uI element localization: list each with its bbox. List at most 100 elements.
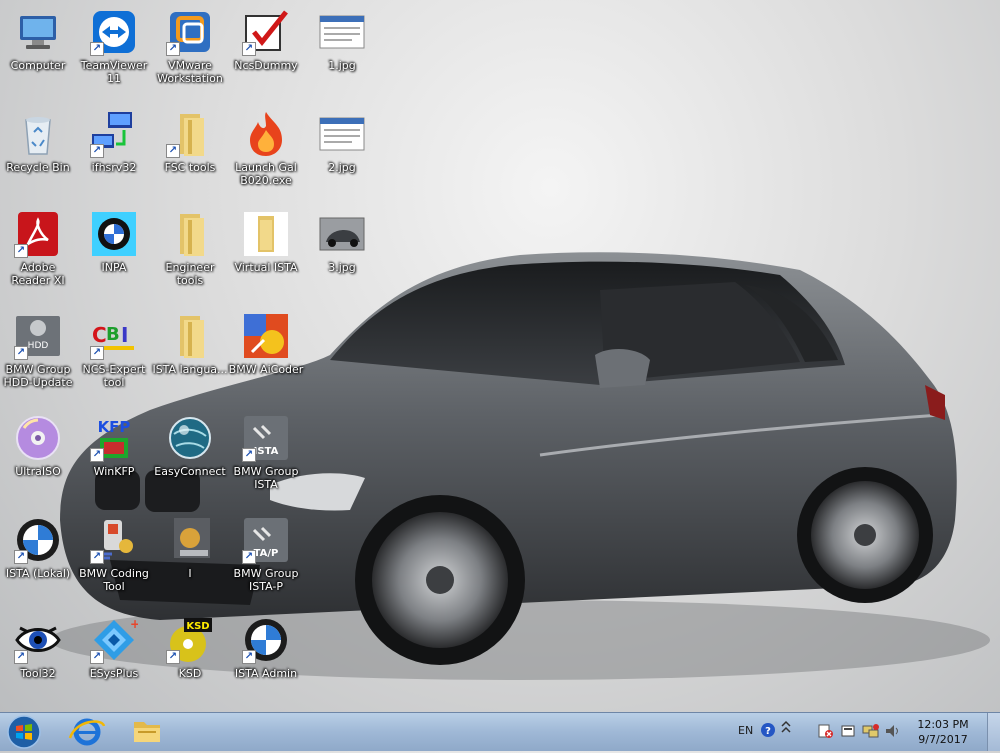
network-icon[interactable]	[862, 723, 880, 742]
desktop-icon-3jpg[interactable]: 3.jpg	[304, 210, 380, 274]
desktop-icon-easyconnect[interactable]: EasyConnect	[152, 414, 228, 478]
desktop-icon-hdd-update[interactable]: HDD ↗ BMW Group HDD-Update	[0, 312, 76, 389]
desktop-icon-label: Engineer tools	[165, 261, 215, 287]
desktop-icon-ifhsrv32[interactable]: ↗ ifhsrv32	[76, 110, 152, 174]
vmware-icon: ↗	[166, 8, 214, 56]
volume-icon[interactable]	[884, 723, 902, 742]
desktop-icon-tool32[interactable]: ↗ Tool32	[0, 616, 76, 680]
desktop-icon-esysplus[interactable]: + ↗ ESysPlus	[76, 616, 152, 680]
desktop-icon-recycle-bin[interactable]: Recycle Bin	[0, 110, 76, 174]
folder-icon	[166, 312, 214, 360]
shortcut-arrow-icon: ↗	[166, 42, 180, 56]
desktop-icon-teamviewer[interactable]: ↗ TeamViewer 11	[76, 8, 152, 85]
desktop-icon-fsc-tools[interactable]: ↗ FSC tools	[152, 110, 228, 174]
desktop-icon-adobe-reader[interactable]: ↗ Adobe Reader XI	[0, 210, 76, 287]
eye-icon: ↗	[14, 616, 62, 664]
language-indicator[interactable]: EN	[738, 724, 753, 737]
shortcut-arrow-icon: ↗	[14, 244, 28, 258]
svg-text:KSD: KSD	[186, 621, 209, 632]
desktop-icon-ultraiso[interactable]: UltraISO	[0, 414, 76, 478]
aicoder-icon	[242, 312, 290, 360]
taskbar-internet-explorer[interactable]	[62, 716, 112, 748]
desktop-icon-label: TeamViewer 11	[80, 59, 148, 85]
recycle-bin-icon	[14, 110, 62, 158]
desktop-icon-engineer-tools[interactable]: Engineer tools	[152, 210, 228, 287]
shortcut-arrow-icon: ↗	[166, 650, 180, 664]
desktop-icon-label: 3.jpg	[328, 261, 356, 274]
desktop-icon-label: ifhsrv32	[91, 161, 137, 174]
help-icon[interactable]: ?	[760, 722, 776, 741]
desktop-icon-label: BMW Group ISTA	[233, 465, 299, 491]
desktop-icon-coding-tool[interactable]: ↗ BMW Coding Tool	[76, 516, 152, 593]
desktop-icon-launch[interactable]: Launch Gal B020.exe	[228, 110, 304, 187]
adobe-reader-icon: ↗	[14, 210, 62, 258]
action-center-icon[interactable]	[818, 723, 834, 742]
desktop-icon-label: NcsDummy	[234, 59, 298, 72]
desktop-icon-winkfp[interactable]: KFP ↗ WinKFP	[76, 414, 152, 478]
ncsdummy-icon: ↗	[242, 8, 290, 56]
chevron-up-icon[interactable]	[780, 719, 792, 744]
shortcut-arrow-icon: ↗	[242, 42, 256, 56]
desktop-icon-label: 2.jpg	[328, 161, 356, 174]
desktop-icon-ncs-expert[interactable]: CBI ↗ NCS-Expert tool	[76, 312, 152, 389]
folder-icon	[166, 210, 214, 258]
desktop-icon-label: 1.jpg	[328, 59, 356, 72]
globe-icon	[166, 414, 214, 462]
clock-time: 12:03 PM	[917, 718, 969, 731]
blurred-icon	[166, 516, 214, 564]
desktop-icon-label: VMware Workstation	[157, 59, 223, 85]
svg-text:?: ?	[765, 726, 771, 737]
clock[interactable]: 12:03 PM 9/7/2017	[912, 717, 974, 747]
taskbar-windows-explorer[interactable]	[122, 716, 172, 748]
start-button[interactable]	[4, 715, 44, 749]
svg-text:KFP: KFP	[98, 418, 131, 436]
desktop-icon-inpa[interactable]: INPA	[76, 210, 152, 274]
esys-icon: + ↗	[90, 616, 138, 664]
shortcut-arrow-icon: ↗	[90, 650, 104, 664]
shortcut-arrow-icon: ↗	[90, 346, 104, 360]
desktop-icon-ista-lokal[interactable]: ↗ ISTA (Lokal)	[0, 516, 76, 580]
desktop-icon-ista-languages[interactable]: ISTA langua...	[152, 312, 228, 376]
shortcut-arrow-icon: ↗	[14, 550, 28, 564]
desktop-icon-label: Virtual ISTA	[234, 261, 298, 274]
desktop-icon-virtual-ista[interactable]: Virtual ISTA	[228, 210, 304, 274]
svg-text:ISTA: ISTA	[254, 446, 279, 457]
desktop-icon-1jpg[interactable]: 1.jpg	[304, 8, 380, 72]
desktop-icon-2jpg[interactable]: 2.jpg	[304, 110, 380, 174]
svg-text:HDD: HDD	[28, 341, 49, 351]
windows-logo-icon	[7, 715, 41, 749]
desktop-icon-ista-admin[interactable]: ↗ ISTA Admin	[228, 616, 304, 680]
coding-tool-icon: ↗	[90, 516, 138, 564]
desktop-icon-computer[interactable]: Computer	[0, 8, 76, 72]
desktop-icon-label: INPA	[101, 261, 127, 274]
desktop-icon-ncsdummy[interactable]: ↗ NcsDummy	[228, 8, 304, 72]
desktop-icon-label: NCS-Expert tool	[82, 363, 146, 389]
desktop-icon-label: UltraISO	[15, 465, 61, 478]
disc-icon	[14, 414, 62, 462]
desktop-icon-vmware[interactable]: ↗ VMware Workstation	[152, 8, 228, 85]
system-tray: EN ? 12:03 PM 9/7/2017	[710, 713, 1000, 751]
desktop-icon-label: BMW AiCoder	[228, 363, 304, 376]
ksd-icon: KSD ↗	[166, 616, 214, 664]
hdd-update-icon: HDD ↗	[14, 312, 62, 360]
internet-explorer-icon	[68, 718, 106, 746]
bmw-logo-icon: ↗	[14, 516, 62, 564]
svg-text:+: +	[130, 617, 138, 631]
show-desktop-button[interactable]	[987, 713, 1000, 751]
desktop-icon-ksd[interactable]: KSD ↗ KSD	[152, 616, 228, 680]
desktop-icon-label: ISTA (Lokal)	[5, 567, 71, 580]
desktop-icon-label: ISTA Admin	[234, 667, 298, 680]
winkfp-icon: KFP ↗	[90, 414, 138, 462]
desktop-icon-blurred[interactable]: I	[152, 516, 228, 580]
device-icon[interactable]	[840, 723, 856, 742]
inpa-icon	[90, 210, 138, 258]
flame-icon	[242, 110, 290, 158]
computer-icon	[14, 8, 62, 56]
folder-icon	[134, 722, 160, 742]
desktop-icon-label: Adobe Reader XI	[11, 261, 65, 287]
desktop-icon-ista-p[interactable]: TA/P ↗ BMW Group ISTA-P	[228, 516, 304, 593]
shortcut-arrow-icon: ↗	[14, 650, 28, 664]
desktop-icon-aicoder[interactable]: BMW AiCoder	[228, 312, 304, 376]
svg-text:I: I	[121, 323, 128, 347]
desktop-icon-ista[interactable]: ISTA ↗ BMW Group ISTA	[228, 414, 304, 491]
